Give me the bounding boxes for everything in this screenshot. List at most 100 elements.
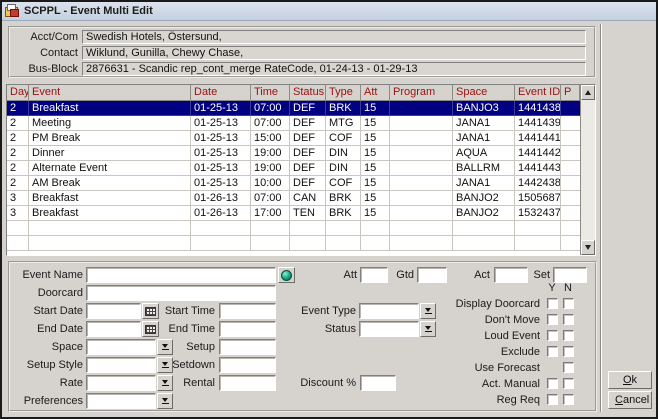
column-header-type: Type [326, 85, 361, 101]
setdown-input[interactable] [219, 357, 276, 373]
ok-button[interactable]: Ok [608, 371, 652, 389]
cell-event-id [515, 221, 561, 236]
exclude-label: Exclude [390, 345, 540, 359]
table-row[interactable] [7, 236, 595, 251]
space-label: Space [10, 340, 83, 354]
table-row[interactable]: 2 AM Break 01-25-13 10:00 DEF COF 15 JAN… [7, 176, 595, 191]
act-manual-y-checkbox[interactable] [547, 378, 558, 389]
act-manual-n-checkbox[interactable] [563, 378, 574, 389]
table-row[interactable]: 3 Breakfast 01-26-13 17:00 TEN BRK 15 BA… [7, 206, 595, 221]
dont-move-n-checkbox[interactable] [563, 314, 574, 325]
cell-time: 17:00 [251, 206, 290, 221]
cell-space: BALLRM [453, 161, 515, 176]
cell-day: 3 [7, 206, 29, 221]
cell-event-id: 1532437 [515, 206, 561, 221]
preferences-dropdown-button[interactable] [157, 393, 173, 409]
cell-date: 01-25-13 [191, 101, 251, 116]
table-row[interactable]: 2 Breakfast 01-25-13 07:00 DEF BRK 15 BA… [7, 101, 595, 116]
cell-att: 15 [361, 101, 390, 116]
cell-att [361, 221, 390, 236]
cell-event: Meeting [29, 116, 191, 131]
cell-type [326, 236, 361, 251]
cell-program [390, 206, 453, 221]
table-row[interactable]: 2 Dinner 01-25-13 19:00 DEF DIN 15 AQUA … [7, 146, 595, 161]
contact-field[interactable]: Wiklund, Gunilla, Chewy Chase, [82, 46, 586, 60]
doorcard-input[interactable] [86, 285, 276, 301]
exclude-n-checkbox[interactable] [563, 346, 574, 357]
cell-day [7, 221, 29, 236]
exclude-y-checkbox[interactable] [547, 346, 558, 357]
cell-time: 15:00 [251, 131, 290, 146]
scroll-up-button[interactable] [581, 85, 595, 100]
cell-att: 15 [361, 191, 390, 206]
loud-event-y-checkbox[interactable] [547, 330, 558, 341]
display-doorcard-n-checkbox[interactable] [563, 298, 574, 309]
end-time-input[interactable] [219, 321, 276, 337]
gtd-input[interactable] [417, 267, 447, 283]
rate-label: Rate [10, 376, 83, 390]
cell-status: DEF [290, 101, 326, 116]
column-header-p: P [561, 85, 580, 101]
cell-att: 15 [361, 146, 390, 161]
dropdown-arrow-icon [162, 398, 168, 402]
reg-req-label: Reg Req [390, 393, 540, 407]
cell-status [290, 221, 326, 236]
reg-req-n-checkbox[interactable] [563, 394, 574, 405]
cell-day: 2 [7, 116, 29, 131]
vertical-scrollbar[interactable] [580, 85, 595, 255]
event-name-lookup-button[interactable] [278, 267, 295, 283]
preferences-input[interactable] [86, 393, 156, 409]
event-type-label: Event Type [286, 304, 356, 318]
cell-att: 15 [361, 206, 390, 221]
triangle-up-icon [585, 90, 591, 95]
cell-time [251, 236, 290, 251]
cell-status: CAN [290, 191, 326, 206]
table-row[interactable]: 2 Meeting 01-25-13 07:00 DEF MTG 15 JANA… [7, 116, 595, 131]
use-forecast-label: Use Forecast [390, 361, 540, 375]
table-row[interactable]: 2 Alternate Event 01-25-13 19:00 DEF DIN… [7, 161, 595, 176]
setdown-label: Setdown [145, 358, 215, 372]
cell-event: PM Break [29, 131, 191, 146]
cell-event: Alternate Event [29, 161, 191, 176]
set-input[interactable] [553, 267, 587, 283]
table-row[interactable] [7, 221, 595, 236]
title-bar[interactable]: SCPPL - Event Multi Edit [2, 2, 656, 21]
end-date-input[interactable] [86, 321, 141, 337]
display-doorcard-y-checkbox[interactable] [547, 298, 558, 309]
table-row[interactable]: 3 Breakfast 01-26-13 07:00 CAN BRK 15 BA… [7, 191, 595, 206]
cell-type: DIN [326, 161, 361, 176]
cell-date: 01-25-13 [191, 161, 251, 176]
vertical-divider [600, 24, 602, 412]
start-date-input[interactable] [86, 303, 141, 319]
account-header-panel: Acct/Com Swedish Hotels, Östersund, Cont… [8, 26, 596, 78]
rental-input[interactable] [219, 375, 276, 391]
cancel-button[interactable]: Cancel [608, 391, 652, 409]
acct-com-field[interactable]: Swedish Hotels, Östersund, [82, 30, 586, 44]
cell-day: 3 [7, 191, 29, 206]
setup-input[interactable] [219, 339, 276, 355]
dropdown-arrow-bar [162, 403, 169, 404]
use-forecast-checkbox[interactable] [563, 362, 574, 373]
cell-event-id: 1441439 [515, 116, 561, 131]
cell-date: 01-25-13 [191, 116, 251, 131]
window-title: SCPPL - Event Multi Edit [24, 5, 153, 17]
scroll-down-button[interactable] [581, 240, 595, 255]
table-row[interactable]: 2 PM Break 01-25-13 15:00 DEF COF 15 JAN… [7, 131, 595, 146]
start-time-input[interactable] [219, 303, 276, 319]
cell-type: BRK [326, 101, 361, 116]
reg-req-y-checkbox[interactable] [547, 394, 558, 405]
gtd-label: Gtd [387, 268, 414, 282]
cell-type: BRK [326, 191, 361, 206]
cell-type: COF [326, 176, 361, 191]
loud-event-n-checkbox[interactable] [563, 330, 574, 341]
att-input[interactable] [360, 267, 388, 283]
cell-program [390, 131, 453, 146]
scrollbar-track[interactable] [581, 100, 595, 240]
discount-label: Discount % [290, 376, 356, 390]
dont-move-y-checkbox[interactable] [547, 314, 558, 325]
event-name-input[interactable] [86, 267, 276, 283]
bus-block-field[interactable]: 2876631 - Scandic rep_cont_merge RateCod… [82, 62, 586, 76]
cell-time [251, 221, 290, 236]
cell-status: DEF [290, 146, 326, 161]
cell-program [390, 191, 453, 206]
